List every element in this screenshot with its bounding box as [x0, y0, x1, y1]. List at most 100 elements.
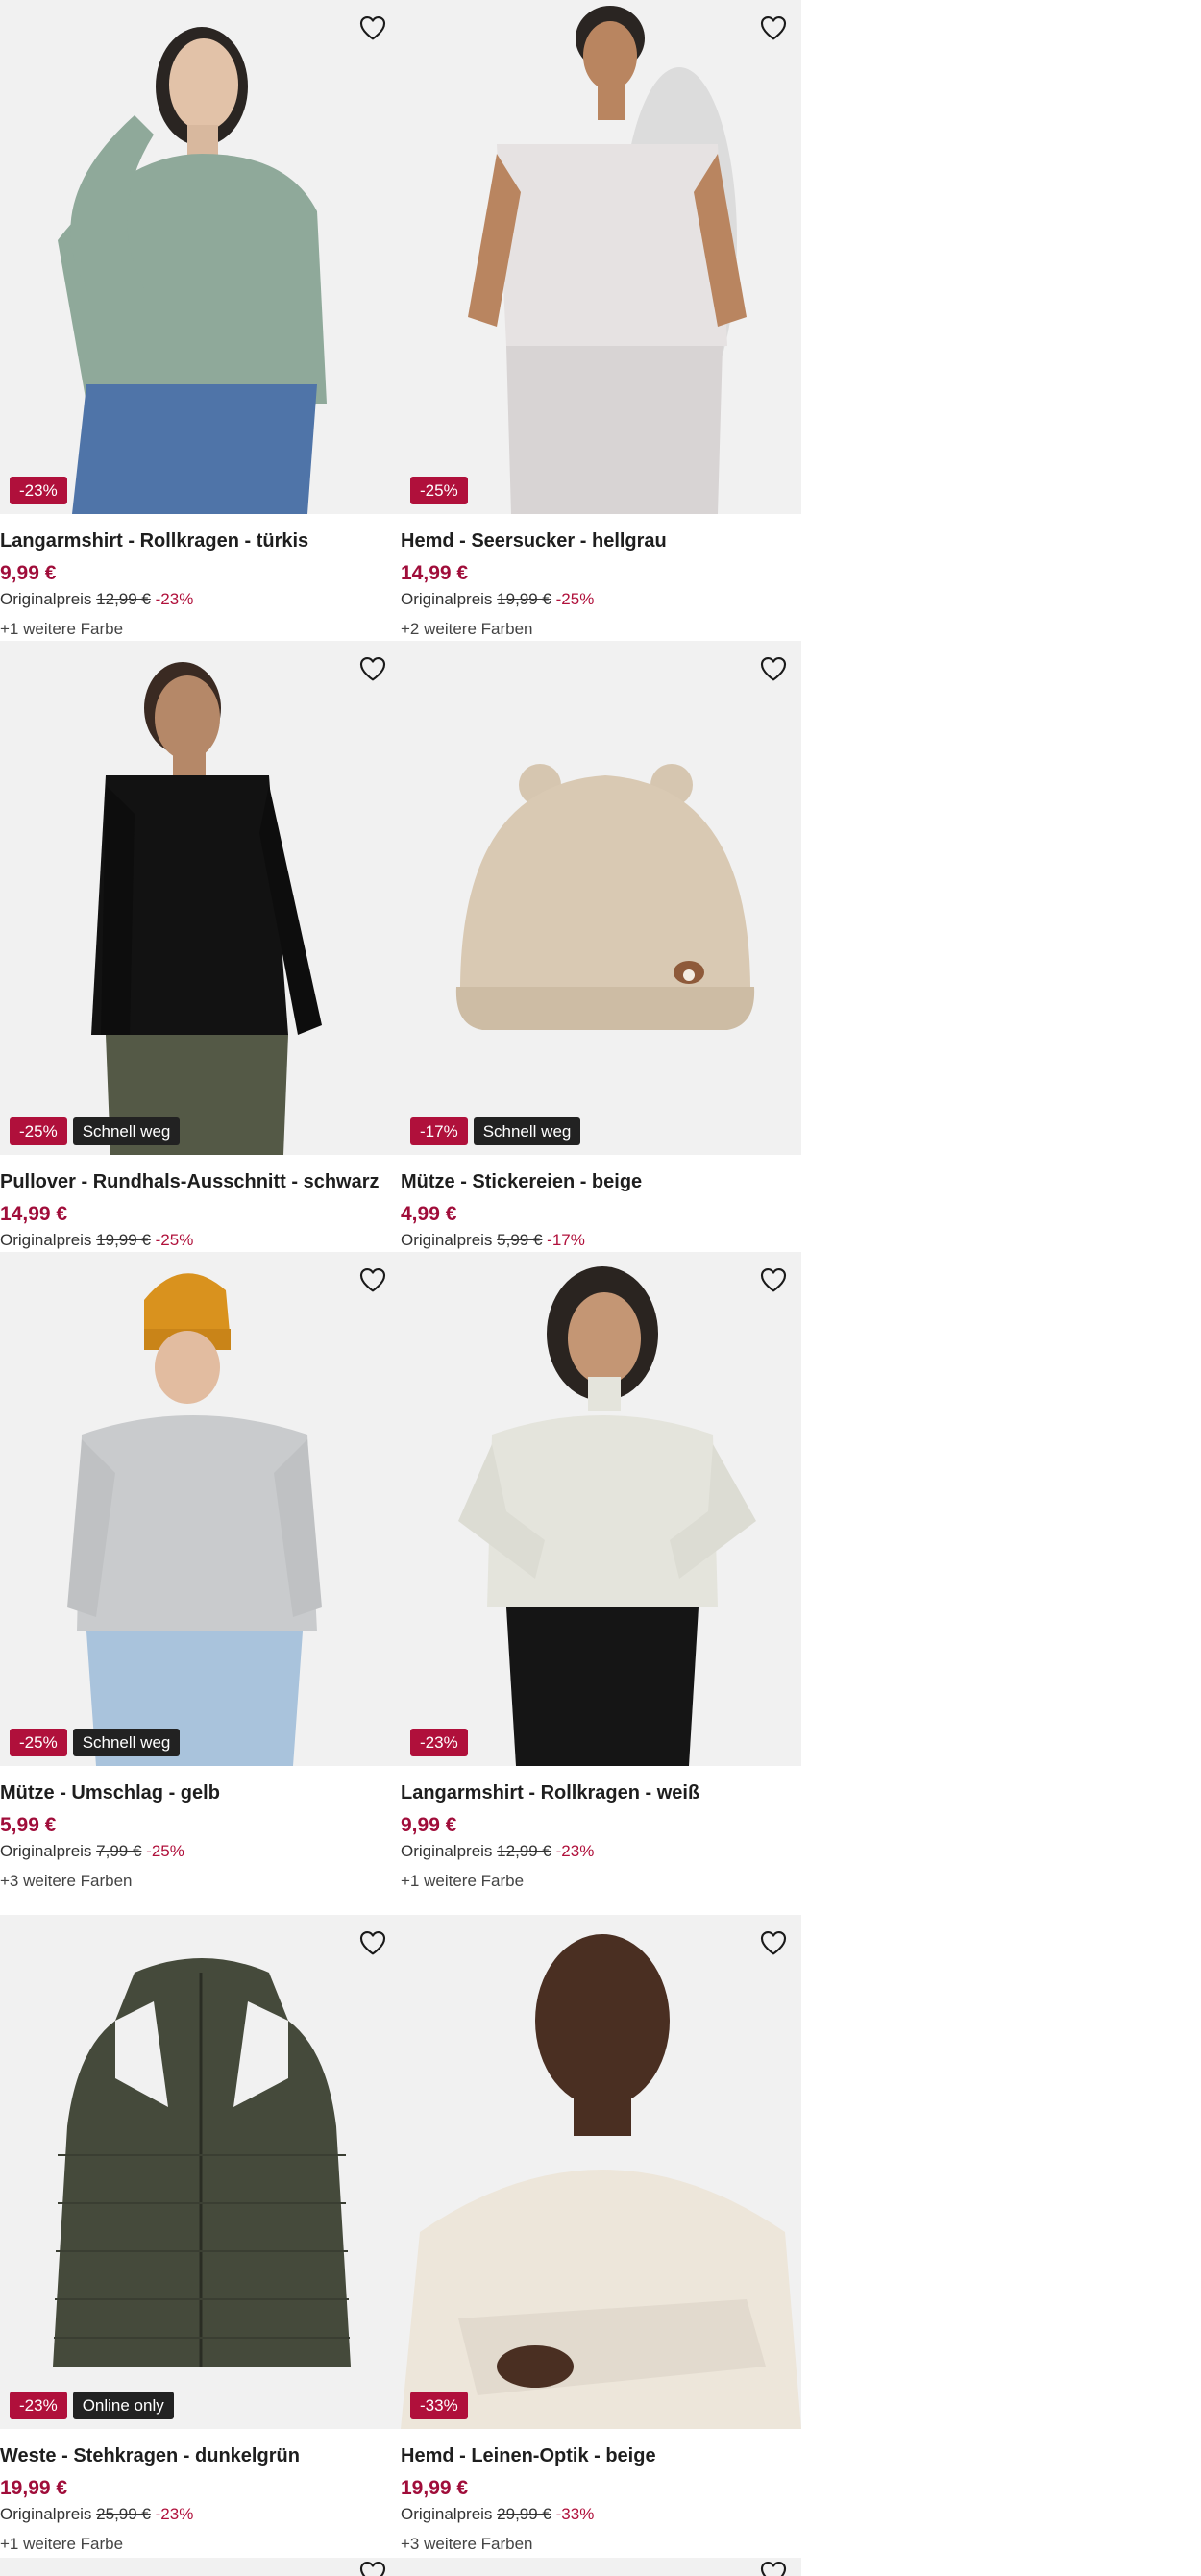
heart-outline-icon — [357, 2558, 388, 2576]
label-badge: Schnell weg — [72, 1117, 181, 1145]
more-colors[interactable]: +1 weitere Farbe — [401, 1871, 801, 1892]
product-image[interactable]: -17% Schnell weg — [401, 641, 801, 1155]
product-title[interactable]: Mütze - Stickereien - beige — [401, 1169, 801, 1194]
product-price: 4,99 € — [401, 1203, 457, 1225]
product-image[interactable]: -23% — [401, 1252, 801, 1766]
original-price: 25,99 € — [96, 2505, 151, 2523]
original-price-label: Originalpreis — [0, 590, 92, 608]
favorite-button[interactable] — [755, 1262, 792, 1298]
badges: -33% — [410, 2392, 468, 2419]
discount-percent: -25% — [155, 1231, 194, 1249]
original-price-line: Originalpreis 12,99 € -23% — [401, 1841, 801, 1862]
discount-badge: -23% — [10, 477, 67, 504]
original-price: 19,99 € — [96, 1231, 151, 1249]
original-price-label: Originalpreis — [401, 1231, 493, 1249]
product-title[interactable]: Hemd - Seersucker - hellgrau — [401, 528, 801, 553]
favorite-button[interactable] — [355, 1925, 391, 1961]
favorite-button[interactable] — [755, 10, 792, 46]
product-image[interactable]: -25% Schnell weg — [0, 1252, 401, 1766]
favorite-button[interactable] — [755, 2558, 792, 2576]
original-price-label: Originalpreis — [0, 1842, 92, 1860]
favorite-button[interactable] — [355, 650, 391, 687]
original-price-line: Originalpreis 19,99 € -25% — [401, 589, 801, 610]
original-price-label: Originalpreis — [0, 2505, 92, 2523]
product-title[interactable]: Langarmshirt - Rollkragen - türkis — [0, 528, 401, 553]
product-title[interactable]: Hemd - Leinen-Optik - beige — [401, 2443, 801, 2468]
original-price: 19,99 € — [497, 590, 551, 608]
discount-badge: -23% — [10, 2392, 67, 2419]
label-badge: Schnell weg — [473, 1117, 581, 1145]
badges: -23% — [10, 477, 67, 504]
heart-outline-icon — [758, 12, 789, 43]
badges: -23% — [410, 1729, 468, 1756]
product-price: 14,99 € — [0, 1203, 68, 1225]
discount-percent: -33% — [555, 2505, 595, 2523]
heart-outline-icon — [758, 1264, 789, 1295]
more-colors[interactable]: +2 weitere Farben — [401, 619, 801, 640]
discount-percent: -25% — [146, 1842, 184, 1860]
product-title[interactable]: Pullover - Rundhals-Ausschnitt - schwarz — [0, 1169, 401, 1194]
favorite-button[interactable] — [355, 1262, 391, 1298]
product-price: 5,99 € — [0, 1814, 57, 1836]
product-image[interactable]: -23% Online only — [0, 1915, 401, 2429]
heart-outline-icon — [357, 12, 388, 43]
badges: -25% Schnell weg — [10, 1117, 181, 1145]
product-image[interactable]: -33% — [401, 1915, 801, 2429]
next-product-image-partial[interactable] — [401, 2558, 801, 2576]
original-price-label: Originalpreis — [401, 1842, 493, 1860]
favorite-button[interactable] — [755, 1925, 792, 1961]
heart-outline-icon — [357, 1264, 388, 1295]
original-price-line: Originalpreis 7,99 € -25% — [0, 1841, 401, 1862]
heart-outline-icon — [758, 2558, 789, 2576]
product-price: 19,99 € — [0, 2477, 68, 2499]
original-price-line: Originalpreis 5,99 € -17% — [401, 1230, 801, 1251]
original-price-label: Originalpreis — [0, 1231, 92, 1249]
product-price: 9,99 € — [401, 1814, 457, 1836]
original-price: 29,99 € — [497, 2505, 551, 2523]
favorite-button[interactable] — [755, 650, 792, 687]
discount-percent: -23% — [155, 2505, 194, 2523]
badges: -25% — [410, 477, 468, 504]
discount-percent: -17% — [547, 1231, 585, 1249]
product-price: 14,99 € — [401, 562, 469, 584]
label-badge: Online only — [72, 2392, 174, 2419]
heart-outline-icon — [758, 653, 789, 684]
product-image[interactable]: -25% — [401, 0, 801, 514]
product-price: 9,99 € — [0, 562, 57, 584]
original-price: 12,99 € — [497, 1842, 551, 1860]
product-image[interactable]: -25% Schnell weg — [0, 641, 401, 1155]
original-price: 7,99 € — [96, 1842, 142, 1860]
original-price-line: Originalpreis 25,99 € -23% — [0, 2504, 401, 2525]
discount-percent: -23% — [555, 1842, 595, 1860]
original-price-line: Originalpreis 19,99 € -25% — [0, 1230, 401, 1251]
original-price-line: Originalpreis 12,99 € -23% — [0, 589, 401, 610]
discount-badge: -33% — [410, 2392, 468, 2419]
heart-outline-icon — [357, 653, 388, 684]
discount-percent: -23% — [155, 590, 194, 608]
original-price: 5,99 € — [497, 1231, 543, 1249]
product-title[interactable]: Mütze - Umschlag - gelb — [0, 1780, 401, 1805]
next-product-image-partial[interactable] — [0, 2558, 401, 2576]
favorite-button[interactable] — [355, 10, 391, 46]
favorite-button[interactable] — [355, 2558, 391, 2576]
product-title[interactable]: Langarmshirt - Rollkragen - weiß — [401, 1780, 801, 1805]
discount-badge: -25% — [10, 1117, 67, 1145]
more-colors[interactable]: +1 weitere Farbe — [0, 619, 401, 640]
original-price-line: Originalpreis 29,99 € -33% — [401, 2504, 801, 2525]
heart-outline-icon — [758, 1927, 789, 1958]
discount-badge: -17% — [410, 1117, 468, 1145]
discount-badge: -25% — [10, 1729, 67, 1756]
more-colors[interactable]: +3 weitere Farben — [401, 2534, 801, 2555]
discount-percent: -25% — [555, 590, 595, 608]
original-price: 12,99 € — [96, 590, 151, 608]
discount-badge: -23% — [410, 1729, 468, 1756]
heart-outline-icon — [357, 1927, 388, 1958]
label-badge: Schnell weg — [72, 1729, 181, 1756]
badges: -25% Schnell weg — [10, 1729, 181, 1756]
product-image[interactable]: -23% — [0, 0, 401, 514]
more-colors[interactable]: +3 weitere Farben — [0, 1871, 401, 1892]
more-colors[interactable]: +1 weitere Farbe — [0, 2534, 401, 2555]
product-title[interactable]: Weste - Stehkragen - dunkelgrün — [0, 2443, 401, 2468]
original-price-label: Originalpreis — [401, 590, 493, 608]
discount-badge: -25% — [410, 477, 468, 504]
